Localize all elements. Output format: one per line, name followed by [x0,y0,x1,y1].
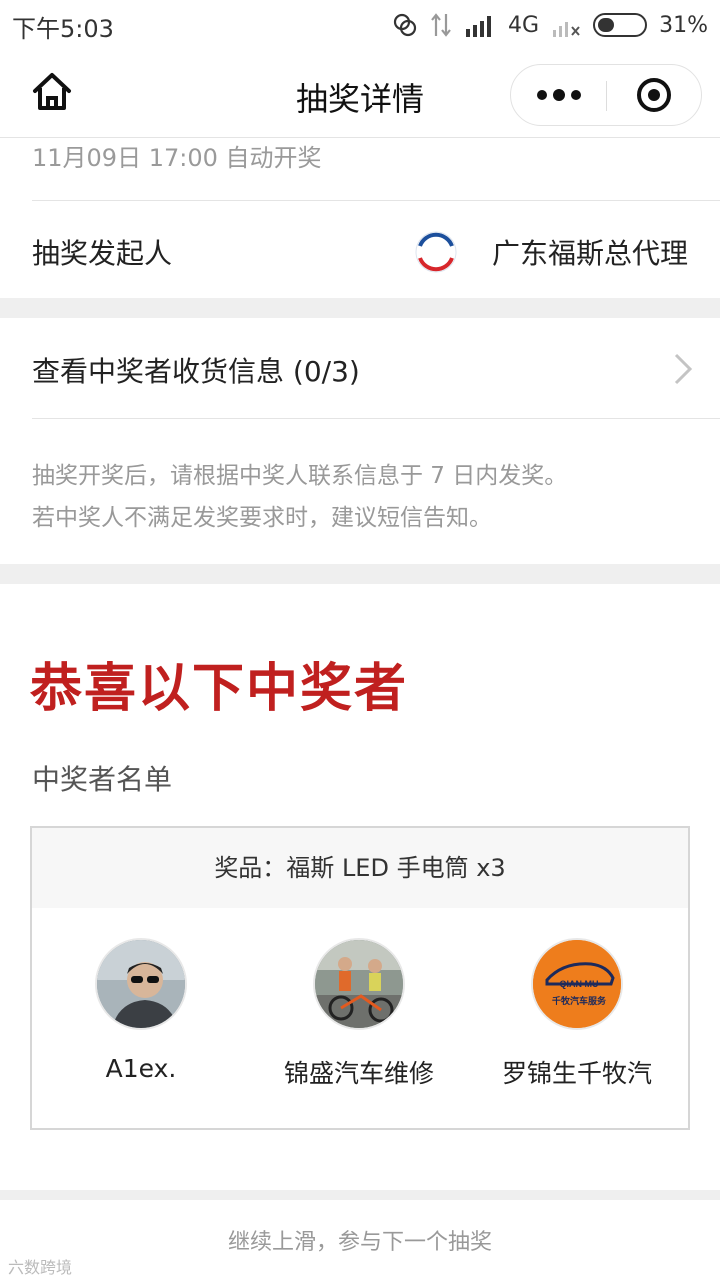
battery-icon [593,13,648,37]
organizer-label: 抽奖发起人 [32,237,173,270]
organizer-name[interactable]: 广东福斯总代理 [492,232,688,272]
mini-program-capsule [510,64,702,126]
winner-item[interactable]: QIAN MU 千牧汽车服务 罗锦生千牧汽 [468,938,686,1090]
network-type: 4G [508,12,540,38]
footer-hint: 继续上滑，参与下一个抽奖 [0,1200,720,1280]
shipping-info-card: 查看中奖者收货信息 (0/3) 抽奖开奖后，请根据中奖人联系信息于 7 日内发奖… [0,318,720,564]
avatar: QIAN MU 千牧汽车服务 [531,938,623,1030]
sync-icon [393,13,417,37]
view-shipping-info-link[interactable]: 查看中奖者收货信息 (0/3) [32,350,360,390]
no-signal-icon [553,22,580,37]
prize-box: 奖品：福斯 LED 手电筒 x3 A1ex.⁣ [30,826,690,1130]
winners-card: 恭喜以下中奖者 中奖者名单 奖品：福斯 LED 手电筒 x3 A1ex.⁣ [0,584,720,1190]
data-transfer-icon [431,13,451,37]
close-mini-program-icon[interactable] [637,78,671,112]
congrats-heading: 恭喜以下中奖者 [30,658,409,719]
fuchs-logo [415,231,457,273]
avatar [313,938,405,1030]
swipe-up-hint[interactable]: 继续上滑，参与下一个抽奖 [0,1224,720,1256]
winner-name: A1ex.⁣ [105,1054,177,1083]
chevron-right-icon[interactable] [672,352,694,386]
winner-name: 锦盛汽车维修 [283,1059,434,1088]
svg-text:千牧汽车服务: 千牧汽车服务 [552,995,607,1007]
draw-time: 11月09日 17:00 自动开奖 [32,144,322,172]
prize-name: 奖品：福斯 LED 手电筒 x3 [32,828,688,908]
capsule-divider [606,81,607,111]
divider [32,200,720,201]
winner-item[interactable]: 锦盛汽车维修 [250,938,468,1090]
shipping-tip-line-1: 抽奖开奖后，请根据中奖人联系信息于 7 日内发奖。 [32,463,568,489]
status-icons: 4G 31% [392,9,708,41]
shipping-tip-line-2: 若中奖人不满足发奖要求时，建议短信告知。 [32,505,492,531]
battery-level: 31% [659,12,708,38]
divider [32,418,720,419]
svg-text:QIAN MU: QIAN MU [560,979,599,989]
status-time: 下午5:03 [12,15,114,43]
winner-item[interactable]: A1ex.⁣ [32,938,250,1083]
watermark: 六数跨境 [8,1258,73,1277]
nav-bar: 抽奖详情 [0,50,720,138]
avatar [95,938,187,1030]
winners-list-title: 中奖者名单 [32,763,173,796]
more-options-icon[interactable] [533,65,585,125]
signal-icon [466,16,492,37]
draw-info-card: 11月09日 17:00 自动开奖 抽奖发起人 广东福斯总代理 [0,138,720,298]
status-bar: 下午5:03 4G 31% [0,0,720,50]
winner-name: 罗锦生千牧汽 [501,1059,652,1088]
